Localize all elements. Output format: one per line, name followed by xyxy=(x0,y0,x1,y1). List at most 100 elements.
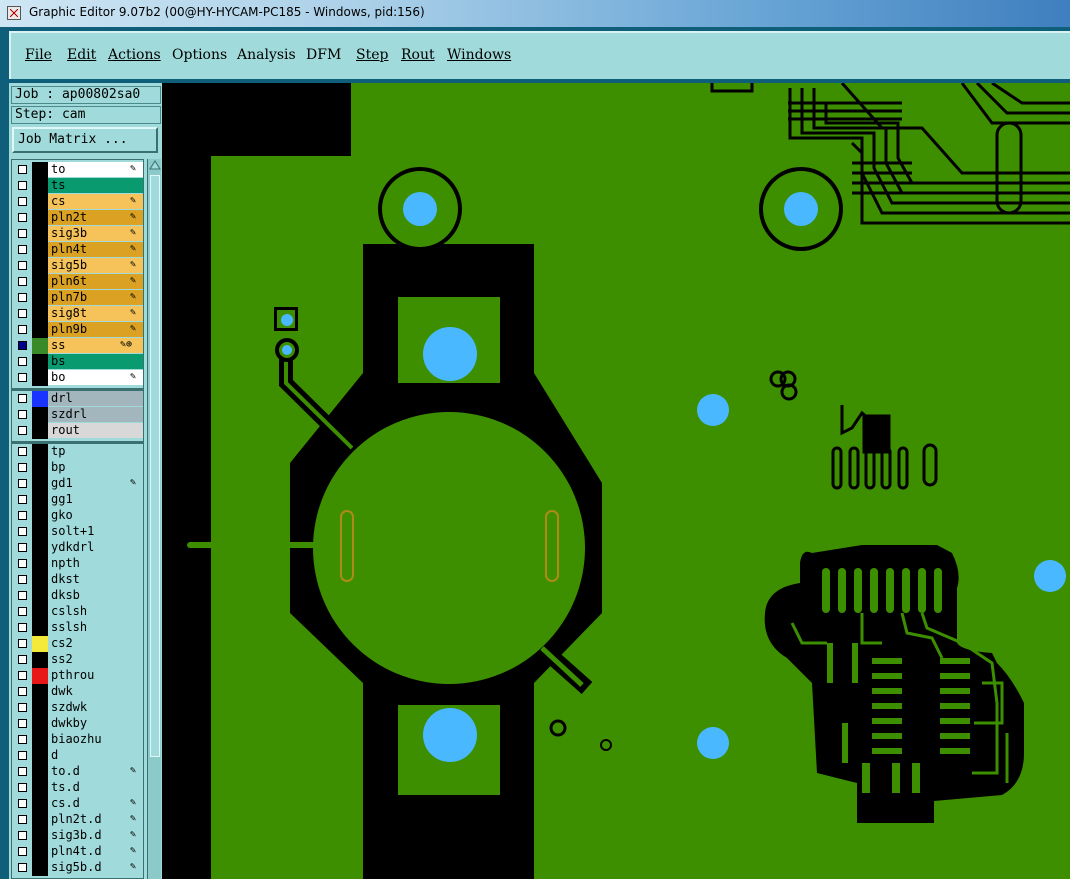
layer-color-swatch[interactable] xyxy=(32,716,48,732)
layer-color-swatch[interactable] xyxy=(32,764,48,780)
layer-name[interactable]: drl xyxy=(48,391,132,406)
layer-row-pln7b[interactable]: pln7b ✎ xyxy=(12,290,143,306)
layer-row-sig3b[interactable]: sig3b ✎ xyxy=(12,226,143,242)
layer-name[interactable]: dwk xyxy=(48,684,132,699)
layer-row-pln2t-d[interactable]: pln2t.d ✎ xyxy=(12,812,143,828)
layer-row-pln4t[interactable]: pln4t ✎ xyxy=(12,242,143,258)
layer-checkbox[interactable] xyxy=(18,341,27,350)
layer-checkbox[interactable] xyxy=(18,783,27,792)
layer-color-swatch[interactable] xyxy=(32,588,48,604)
layer-checkbox[interactable] xyxy=(18,735,27,744)
layer-color-swatch[interactable] xyxy=(32,668,48,684)
layer-checkbox[interactable] xyxy=(18,463,27,472)
layer-color-swatch[interactable] xyxy=(32,540,48,556)
layer-color-swatch[interactable] xyxy=(32,194,48,210)
layer-checkbox[interactable] xyxy=(18,687,27,696)
layer-color-swatch[interactable] xyxy=(32,444,48,460)
layer-row-ss2[interactable]: ss2 xyxy=(12,652,143,668)
layer-row-npth[interactable]: npth xyxy=(12,556,143,572)
layer-row-szdwk[interactable]: szdwk xyxy=(12,700,143,716)
layer-checkbox[interactable] xyxy=(18,479,27,488)
layer-checkbox[interactable] xyxy=(18,607,27,616)
layer-color-swatch[interactable] xyxy=(32,732,48,748)
layer-row-dkst[interactable]: dkst xyxy=(12,572,143,588)
layer-color-swatch[interactable] xyxy=(32,407,48,423)
layer-row-biaozhu[interactable]: biaozhu xyxy=(12,732,143,748)
layer-row-pln4t-d[interactable]: pln4t.d ✎ xyxy=(12,844,143,860)
layer-name[interactable]: d xyxy=(48,748,132,763)
layer-color-swatch[interactable] xyxy=(32,652,48,668)
layer-name[interactable]: dkst xyxy=(48,572,132,587)
layer-checkbox[interactable] xyxy=(18,229,27,238)
layer-list-scrollbar[interactable] xyxy=(147,159,161,879)
layer-row-to-d[interactable]: to.d ✎ xyxy=(12,764,143,780)
layer-checkbox[interactable] xyxy=(18,181,27,190)
layer-row-gko[interactable]: gko xyxy=(12,508,143,524)
layer-color-swatch[interactable] xyxy=(32,338,48,354)
layer-color-swatch[interactable] xyxy=(32,391,48,407)
layer-checkbox[interactable] xyxy=(18,357,27,366)
layer-name[interactable]: szdwk xyxy=(48,700,132,715)
layer-name[interactable]: pthrou xyxy=(48,668,132,683)
layer-checkbox[interactable] xyxy=(18,511,27,520)
menu-step[interactable]: Step xyxy=(356,47,388,63)
layer-color-swatch[interactable] xyxy=(32,524,48,540)
layer-row-tp[interactable]: tp xyxy=(12,444,143,460)
layer-row-pthrou[interactable]: pthrou xyxy=(12,668,143,684)
layer-color-swatch[interactable] xyxy=(32,322,48,338)
layer-checkbox[interactable] xyxy=(18,495,27,504)
layer-checkbox[interactable] xyxy=(18,863,27,872)
scrollbar-thumb[interactable] xyxy=(150,175,160,757)
layer-row-sig5b-d[interactable]: sig5b.d ✎ xyxy=(12,860,143,876)
layer-name[interactable]: pln2t.d xyxy=(48,812,132,827)
layer-checkbox[interactable] xyxy=(18,831,27,840)
layer-name[interactable]: cs2 xyxy=(48,636,132,651)
layer-row-dwkby[interactable]: dwkby xyxy=(12,716,143,732)
layer-color-swatch[interactable] xyxy=(32,828,48,844)
layer-color-swatch[interactable] xyxy=(32,748,48,764)
layer-name[interactable]: gko xyxy=(48,508,132,523)
graphics-canvas[interactable] xyxy=(162,83,1070,879)
layer-checkbox[interactable] xyxy=(18,623,27,632)
layer-name[interactable]: dwkby xyxy=(48,716,132,731)
layer-color-swatch[interactable] xyxy=(32,780,48,796)
layer-color-swatch[interactable] xyxy=(32,556,48,572)
layer-checkbox[interactable] xyxy=(18,671,27,680)
layer-row-drl[interactable]: drl xyxy=(12,391,143,407)
layer-row-ts-d[interactable]: ts.d xyxy=(12,780,143,796)
layer-row-bo[interactable]: bo ✎ xyxy=(12,370,143,386)
scroll-up-arrow-icon[interactable] xyxy=(149,159,161,171)
layer-name[interactable]: ss2 xyxy=(48,652,132,667)
layer-name[interactable]: tp xyxy=(48,444,132,459)
layer-checkbox[interactable] xyxy=(18,309,27,318)
layer-checkbox[interactable] xyxy=(18,799,27,808)
layer-name[interactable]: rout xyxy=(48,423,132,438)
title-bar[interactable]: Graphic Editor 9.07b2 (00@HY-HYCAM-PC185… xyxy=(0,0,1070,27)
layer-checkbox[interactable] xyxy=(18,197,27,206)
layer-color-swatch[interactable] xyxy=(32,242,48,258)
layer-name[interactable]: bs xyxy=(48,354,132,369)
layer-name[interactable]: pln9b xyxy=(48,322,132,337)
layer-row-cs[interactable]: cs ✎ xyxy=(12,194,143,210)
layer-name[interactable]: npth xyxy=(48,556,132,571)
layer-row-dwk[interactable]: dwk xyxy=(12,684,143,700)
layer-name[interactable]: gd1 xyxy=(48,476,132,491)
layer-name[interactable]: pln4t.d xyxy=(48,844,132,859)
layer-checkbox[interactable] xyxy=(18,527,27,536)
layer-checkbox[interactable] xyxy=(18,559,27,568)
layer-checkbox[interactable] xyxy=(18,293,27,302)
layer-name[interactable]: solt+1 xyxy=(48,524,132,539)
layer-color-swatch[interactable] xyxy=(32,460,48,476)
layer-checkbox[interactable] xyxy=(18,847,27,856)
layer-row-dksb[interactable]: dksb xyxy=(12,588,143,604)
layer-checkbox[interactable] xyxy=(18,719,27,728)
layer-checkbox[interactable] xyxy=(18,426,27,435)
layer-name[interactable]: bo xyxy=(48,370,132,385)
layer-color-swatch[interactable] xyxy=(32,796,48,812)
layer-name[interactable]: dksb xyxy=(48,588,132,603)
layer-checkbox[interactable] xyxy=(18,165,27,174)
menu-analysis[interactable]: Analysis xyxy=(237,47,296,63)
layer-color-swatch[interactable] xyxy=(32,700,48,716)
layer-name[interactable]: szdrl xyxy=(48,407,132,422)
layer-row-sig3b-d[interactable]: sig3b.d ✎ xyxy=(12,828,143,844)
